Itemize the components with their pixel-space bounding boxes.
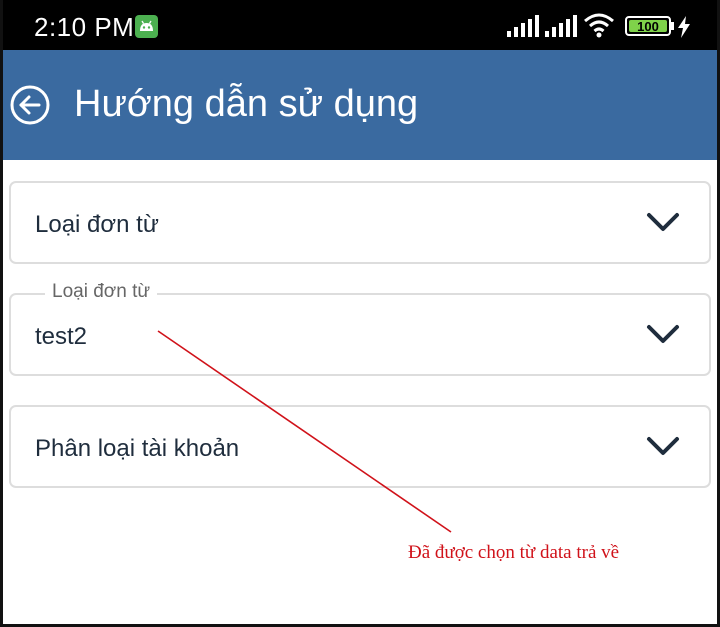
status-bar: 2:10 PM 100 <box>3 0 717 50</box>
select-value: test2 <box>35 323 88 350</box>
chevron-down-icon <box>647 213 679 231</box>
annotation-note: Đã được chọn từ data trả về <box>408 542 620 563</box>
chevron-down-icon <box>647 437 679 455</box>
select-floating-label: Loại đơn từ <box>45 281 158 303</box>
android-icon <box>135 15 158 38</box>
select-placeholder: Phân loại tài khoản <box>35 435 240 462</box>
chevron-down-icon <box>647 325 679 343</box>
select-phan-loai-tai-khoan[interactable]: Phân loại tài khoản <box>9 405 711 488</box>
select-placeholder: Loại đơn từ <box>35 211 159 238</box>
select-loai-don-tu[interactable]: Loại đơn từ <box>9 181 711 264</box>
battery-level: 100 <box>629 20 667 34</box>
page-title: Hướng dẫn sử dụng <box>74 83 419 125</box>
signal-icon <box>507 15 539 37</box>
status-time: 2:10 PM <box>34 12 135 42</box>
select-loai-don-tu-filled[interactable]: Loại đơn từ test2 <box>9 281 711 376</box>
arrow-left-circle-icon <box>10 85 50 125</box>
wifi-icon <box>583 12 615 38</box>
battery-icon: 100 <box>625 16 671 36</box>
app-bar: Hướng dẫn sử dụng <box>3 50 717 160</box>
signal-icon <box>545 15 577 37</box>
charging-icon <box>677 16 691 38</box>
back-button[interactable] <box>9 84 51 126</box>
battery-cap <box>671 22 674 30</box>
